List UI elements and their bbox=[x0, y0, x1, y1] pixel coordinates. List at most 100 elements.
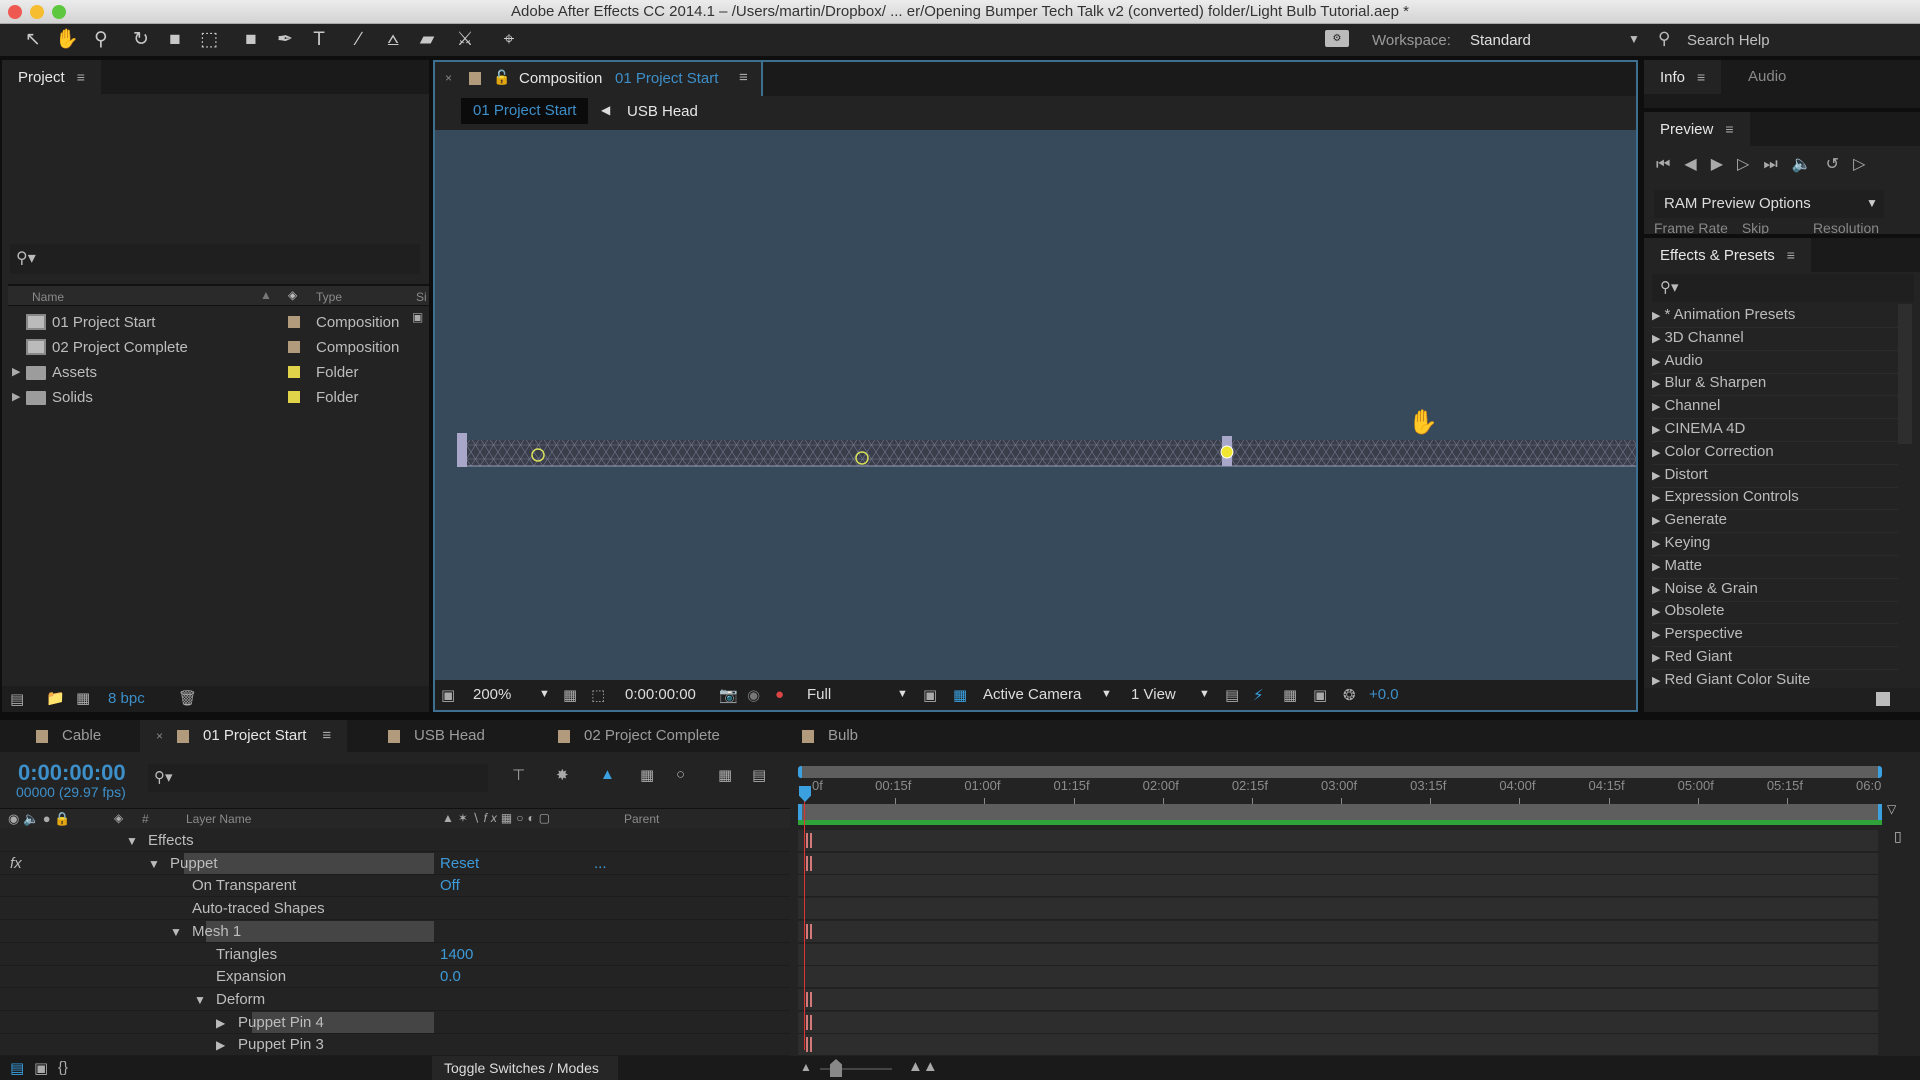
close-tab-icon[interactable]: × bbox=[445, 71, 452, 85]
panel-menu-icon[interactable]: ≡ bbox=[77, 69, 85, 85]
hide-shy-layers-icon[interactable]: ▲ bbox=[600, 766, 615, 783]
transfer-controls-toggle-icon[interactable]: ▣ bbox=[34, 1059, 48, 1077]
ram-preview-icon[interactable]: ▷ bbox=[1853, 156, 1879, 173]
tab-audio[interactable]: Audio bbox=[1732, 60, 1803, 94]
panel-menu-icon[interactable]: ≡ bbox=[1697, 69, 1705, 85]
effects-scrollbar[interactable] bbox=[1898, 304, 1912, 444]
brush-tool-icon[interactable]: ∕ bbox=[346, 28, 372, 52]
region-of-interest-icon[interactable]: ▣ bbox=[923, 686, 937, 704]
project-item[interactable]: 02 Project Complete Composition bbox=[8, 335, 408, 360]
timeline-property-row[interactable]: fx ▼ Puppet Reset... bbox=[0, 852, 790, 875]
timeline-track[interactable] bbox=[798, 988, 1878, 1011]
eraser-tool-icon[interactable]: ▰ bbox=[414, 28, 440, 52]
timeline-icon[interactable]: ▦ bbox=[1283, 686, 1297, 704]
effects-category[interactable]: ▶ Noise & Grain bbox=[1652, 580, 1898, 602]
stopwatch-keyframe-marker[interactable] bbox=[806, 833, 812, 848]
tab-effects-presets[interactable]: Effects & Presets ≡ bbox=[1644, 238, 1811, 272]
column-type[interactable]: Type bbox=[316, 290, 342, 304]
clone-stamp-tool-icon[interactable]: ⩟ bbox=[380, 28, 406, 52]
show-snapshot-icon[interactable]: ◉ bbox=[747, 686, 760, 704]
timeline-track[interactable] bbox=[798, 898, 1878, 921]
effects-category[interactable]: ▶ * Animation Presets bbox=[1652, 306, 1898, 328]
loop-icon[interactable]: ↺ bbox=[1826, 156, 1853, 173]
zoom-slider-thumb[interactable] bbox=[830, 1059, 842, 1077]
project-item[interactable]: 01 Project Start Composition bbox=[8, 310, 408, 335]
ram-preview-options-dropdown[interactable]: RAM Preview Options ▼ bbox=[1654, 190, 1884, 218]
new-item-icon[interactable] bbox=[1876, 692, 1890, 706]
type-tool-icon[interactable]: T bbox=[306, 28, 332, 52]
roto-brush-tool-icon[interactable]: ⚔ bbox=[452, 28, 478, 52]
transparency-grid-icon[interactable]: ▦ bbox=[953, 686, 967, 704]
toggle-pixel-aspect-icon[interactable]: ▤ bbox=[1225, 686, 1239, 704]
effects-category[interactable]: ▶ 3D Channel bbox=[1652, 329, 1898, 351]
effects-category[interactable]: ▶ Obsolete bbox=[1652, 602, 1898, 625]
project-search-input[interactable]: ⚲▾ bbox=[10, 244, 420, 274]
flowchart-icon[interactable]: ▣ bbox=[412, 310, 426, 324]
comp-marker-bin-icon[interactable]: ▽ bbox=[1887, 802, 1901, 824]
twirl-open-icon[interactable]: ▼ bbox=[148, 857, 160, 871]
magnification-dropdown[interactable]: 200% bbox=[473, 686, 511, 703]
twirl-open-icon[interactable]: ▼ bbox=[126, 834, 138, 848]
panel-menu-icon[interactable]: ≡ bbox=[739, 69, 748, 86]
brainstorm-icon[interactable]: ▦ bbox=[718, 766, 732, 784]
breadcrumb-item-active[interactable]: 01 Project Start bbox=[461, 98, 589, 124]
timeline-search-input[interactable]: ⚲▾ bbox=[148, 764, 488, 792]
camera-tool-icon[interactable]: ■ bbox=[162, 28, 188, 52]
resolution-dropdown[interactable]: Full bbox=[807, 686, 831, 703]
timeline-property-row[interactable]: ▼ Effects bbox=[0, 830, 790, 852]
project-item[interactable]: ▶ Assets Folder bbox=[8, 360, 408, 385]
label-tag-icon[interactable]: ◈ bbox=[288, 288, 297, 302]
twirl-closed-icon[interactable]: ▶ bbox=[12, 390, 20, 403]
toggle-switches-modes-button[interactable]: Toggle Switches / Modes bbox=[432, 1056, 618, 1080]
layer-switches-toggle-icon[interactable]: ▤ bbox=[10, 1059, 24, 1077]
lock-open-icon[interactable]: 🔓 bbox=[493, 69, 510, 86]
effects-category[interactable]: ▶ CINEMA 4D bbox=[1652, 420, 1898, 442]
stopwatch-keyframe-marker[interactable] bbox=[806, 1037, 812, 1053]
timeline-tab[interactable]: Bulb bbox=[798, 720, 862, 752]
mask-visibility-icon[interactable]: ⬚ bbox=[591, 686, 605, 704]
composition-viewer[interactable]: ✋ bbox=[435, 130, 1636, 680]
puppet-pin-selected[interactable] bbox=[1220, 445, 1234, 459]
comp-button-icon[interactable]: ▯ bbox=[1894, 828, 1916, 850]
current-time-display[interactable]: 0:00:00:00 bbox=[625, 686, 696, 703]
effects-category[interactable]: ▶ Color Correction bbox=[1652, 443, 1898, 465]
timeline-property-row[interactable]: ▼ Mesh 1 bbox=[0, 920, 790, 943]
trash-icon[interactable]: 🗑 bbox=[178, 689, 197, 707]
workspace-sync-icon[interactable]: ⚙ bbox=[1325, 30, 1349, 47]
flowchart-icon[interactable]: ▣ bbox=[1313, 686, 1327, 704]
property-value[interactable]: Reset bbox=[440, 855, 479, 872]
view-layout-dropdown[interactable]: 1 View bbox=[1131, 686, 1176, 703]
puppet-pin-tool-icon[interactable]: ⌖ bbox=[496, 28, 522, 52]
pen-tool-icon[interactable]: ✒ bbox=[272, 28, 298, 52]
column-name[interactable]: Name bbox=[32, 290, 64, 304]
zoom-in-icon[interactable]: ▲▲ bbox=[908, 1058, 938, 1075]
interpret-footage-icon[interactable]: ▤ bbox=[10, 690, 24, 708]
property-value[interactable]: 0.0 bbox=[440, 968, 461, 985]
timeline-track[interactable] bbox=[798, 830, 1878, 852]
property-value[interactable]: Off bbox=[440, 877, 460, 894]
tab-info[interactable]: Info ≡ bbox=[1644, 60, 1722, 94]
draft-3d-icon[interactable]: ✸ bbox=[556, 766, 569, 784]
project-item[interactable]: ▶ Solids Folder bbox=[8, 385, 408, 410]
camera-dropdown[interactable]: Active Camera bbox=[983, 686, 1081, 703]
previous-frame-icon[interactable]: ◀ bbox=[1684, 156, 1710, 173]
effects-category[interactable]: ▶ Audio bbox=[1652, 352, 1898, 374]
last-frame-icon[interactable]: ⏭ bbox=[1763, 156, 1791, 173]
first-frame-icon[interactable]: ⏮ bbox=[1656, 156, 1684, 173]
timeline-track[interactable] bbox=[798, 920, 1878, 943]
rotation-tool-icon[interactable]: ↻ bbox=[128, 28, 154, 52]
timeline-tab[interactable]: Cable bbox=[32, 720, 105, 752]
next-frame-icon[interactable]: ▷ bbox=[1737, 156, 1763, 173]
close-tab-icon[interactable]: × bbox=[156, 729, 163, 743]
breadcrumb-item[interactable]: USB Head bbox=[627, 103, 698, 120]
effects-category[interactable]: ▶ Matte bbox=[1652, 557, 1898, 579]
timeline-graph-area[interactable]: 0f 00:15f 01:00f 01:15f 02:00f 02:15f 03:00f 03… bbox=[794, 752, 1896, 1057]
rectangle-tool-icon[interactable]: ■ bbox=[238, 28, 264, 52]
timeline-property-row[interactable]: ▶ Puppet Pin 4 bbox=[0, 1011, 790, 1034]
label-color-swatch[interactable] bbox=[288, 341, 300, 353]
zoom-out-icon[interactable]: ▲ bbox=[800, 1060, 812, 1074]
timeline-tab[interactable]: 02 Project Complete bbox=[554, 720, 724, 752]
av-features-icons[interactable]: ◉ 🔈 ● 🔒 bbox=[8, 811, 70, 827]
timeline-tab[interactable]: × 01 Project Start ≡ bbox=[140, 720, 348, 752]
label-color-swatch[interactable] bbox=[288, 391, 300, 403]
